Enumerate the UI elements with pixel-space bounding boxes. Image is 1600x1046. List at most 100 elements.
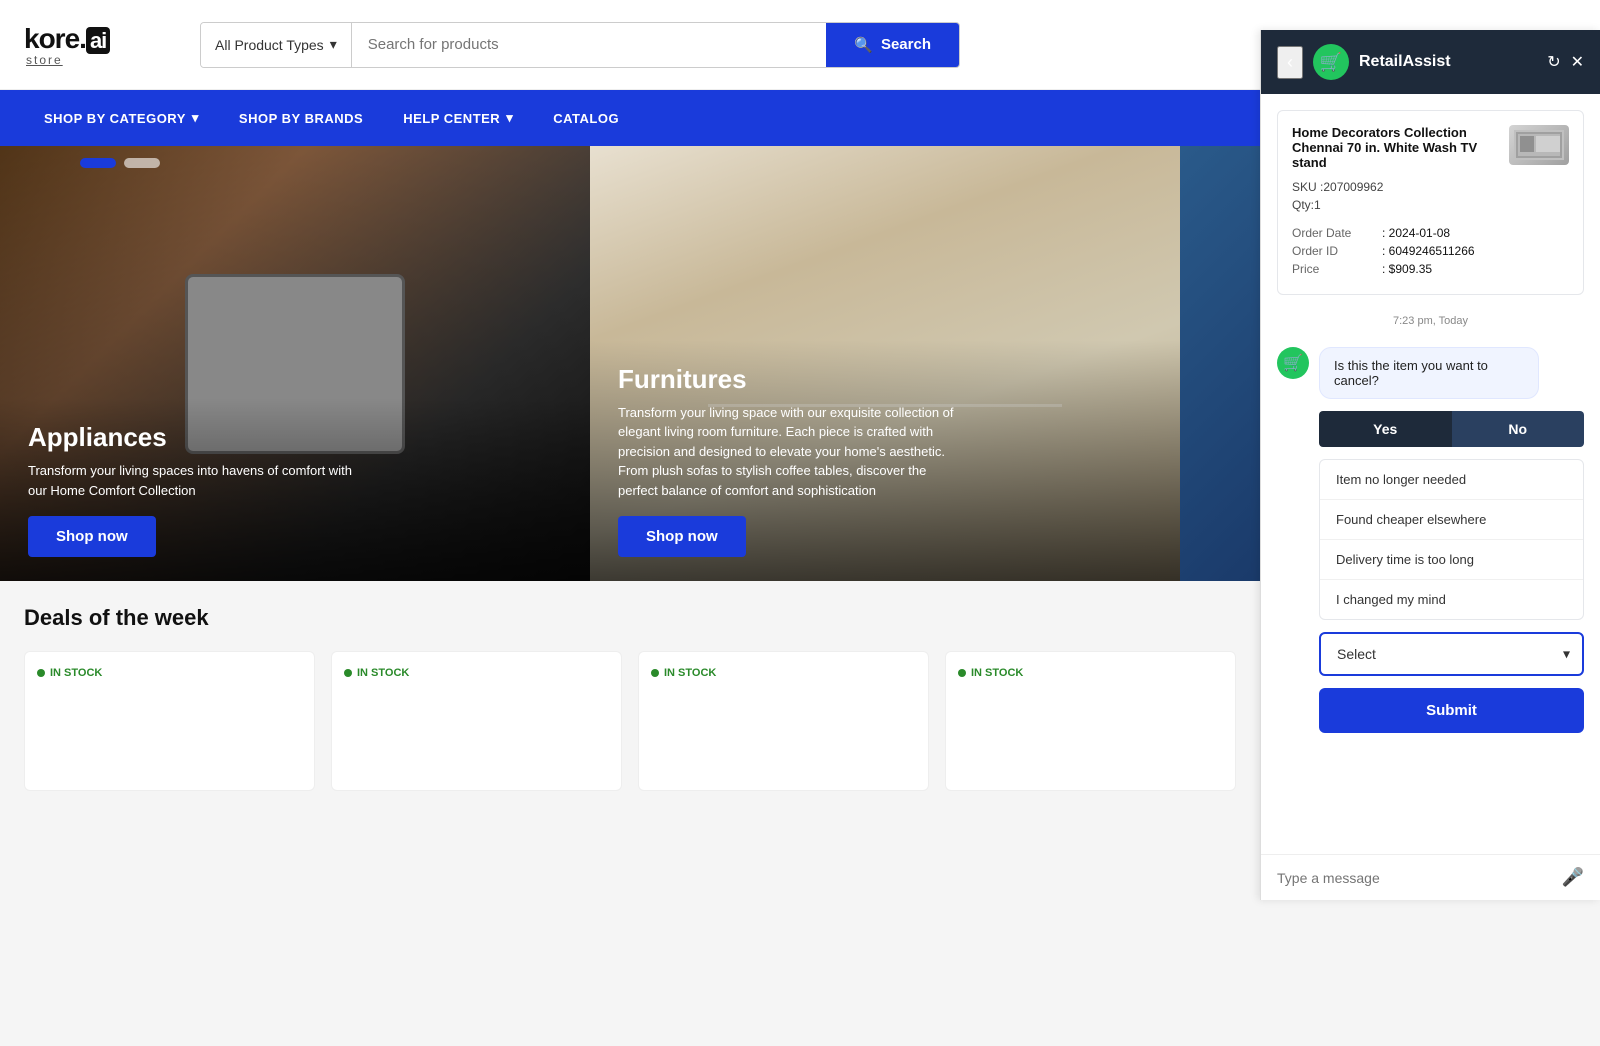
in-stock-badge-2: IN STOCK <box>344 667 409 679</box>
product-info-card: Home Decorators Collection Chennai 70 in… <box>1277 110 1584 295</box>
deals-title: Deals of the week <box>24 605 1236 631</box>
appliances-desc: Transform your living spaces into havens… <box>28 461 368 500</box>
cancel-reason-item-1[interactable]: Found cheaper elsewhere <box>1320 500 1583 540</box>
order-details: Order Date : 2024-01-08 Order ID : 60492… <box>1292 226 1569 276</box>
main-content: Appliances Transform your living spaces … <box>0 146 1260 1046</box>
nav-catalog[interactable]: CATALOG <box>533 90 639 146</box>
nav-help-center-chevron: ▾ <box>506 110 513 126</box>
qty-value: 1 <box>1314 198 1321 212</box>
in-stock-label-1: IN STOCK <box>50 667 102 679</box>
bot-avatar: 🛒 <box>1277 347 1309 379</box>
nav-help-center-label: HELP CENTER <box>403 111 500 126</box>
cancel-reason-item-3[interactable]: I changed my mind <box>1320 580 1583 619</box>
chat-close-button[interactable]: ✕ <box>1571 52 1584 72</box>
deal-card-3: IN STOCK <box>638 651 929 791</box>
nav-help-center[interactable]: HELP CENTER ▾ <box>383 90 533 146</box>
product-qty: Qty:1 <box>1292 198 1569 212</box>
furnitures-desc: Transform your living space with our exq… <box>618 403 958 501</box>
chat-refresh-button[interactable]: ↻ <box>1547 52 1560 72</box>
cancel-reason-select-wrapper: Select Item no longer needed Found cheap… <box>1319 632 1584 676</box>
chat-title: RetailAssist <box>1359 53 1537 71</box>
submit-button[interactable]: Submit <box>1319 688 1584 733</box>
order-date-label: Order Date <box>1292 226 1382 240</box>
order-date-row: Order Date : 2024-01-08 <box>1292 226 1569 240</box>
search-button[interactable]: 🔍 Search <box>826 23 959 67</box>
product-card-inner: Home Decorators Collection Chennai 70 in… <box>1292 125 1569 180</box>
cancel-reason-item-0[interactable]: Item no longer needed <box>1320 460 1583 500</box>
product-image-svg <box>1514 130 1564 160</box>
mic-button[interactable]: 🎤 <box>1562 867 1584 888</box>
nav-shop-by-brands[interactable]: SHOP BY BRANDS <box>219 90 383 146</box>
nav-shop-by-category-chevron: ▾ <box>192 110 199 126</box>
deal-card-1: IN STOCK <box>24 651 315 791</box>
in-stock-dot-4 <box>958 669 966 677</box>
chat-avatar: 🛒 <box>1313 44 1349 80</box>
carousel-dot-active[interactable] <box>80 158 116 168</box>
deals-grid: IN STOCK IN STOCK IN STOCK <box>24 651 1236 791</box>
chat-header: ‹ 🛒 RetailAssist ↻ ✕ <box>1261 30 1600 94</box>
logo-text: kore.ai <box>24 23 110 55</box>
bot-message: 🛒 Is this the item you want to cancel? <box>1277 347 1584 399</box>
chat-panel: ‹ 🛒 RetailAssist ↻ ✕ <box>1260 30 1600 900</box>
yes-button[interactable]: Yes <box>1319 411 1452 447</box>
chat-input-area: 🎤 <box>1261 854 1600 900</box>
search-input[interactable] <box>352 23 827 67</box>
in-stock-badge-4: IN STOCK <box>958 667 1023 679</box>
in-stock-label-4: IN STOCK <box>971 667 1023 679</box>
in-stock-badge-1: IN STOCK <box>37 667 102 679</box>
qty-label: Qty: <box>1292 198 1314 212</box>
product-sku: SKU :207009962 <box>1292 180 1569 194</box>
furnitures-title: Furnitures <box>618 364 1152 395</box>
chat-body: Home Decorators Collection Chennai 70 in… <box>1261 94 1600 854</box>
chat-header-actions: ↻ ✕ <box>1547 52 1584 72</box>
carousel: Appliances Transform your living spaces … <box>0 146 1260 581</box>
nav-catalog-label: CATALOG <box>553 111 619 126</box>
cancel-reasons-list: Item no longer needed Found cheaper else… <box>1319 459 1584 620</box>
furnitures-overlay: Furnitures Transform your living space w… <box>590 340 1180 582</box>
bot-question-bubble: Is this the item you want to cancel? <box>1319 347 1539 399</box>
product-type-dropdown[interactable]: All Product Types ▾ <box>201 23 352 67</box>
appliances-shop-now-button[interactable]: Shop now <box>28 516 156 557</box>
logo-ai: ai <box>86 27 110 54</box>
furnitures-card: Furnitures Transform your living space w… <box>590 146 1180 581</box>
chat-message-input[interactable] <box>1277 870 1552 886</box>
deal-card-4: IN STOCK <box>945 651 1236 791</box>
product-type-label: All Product Types <box>215 37 324 53</box>
sku-label: SKU : <box>1292 180 1323 194</box>
chat-timestamp: 7:23 pm, Today <box>1277 315 1584 327</box>
appliances-title: Appliances <box>28 422 562 453</box>
order-id-value: : 6049246511266 <box>1382 244 1475 258</box>
order-id-row: Order ID : 6049246511266 <box>1292 244 1569 258</box>
price-value: : $909.35 <box>1382 262 1432 276</box>
nav-shop-by-category[interactable]: SHOP BY CATEGORY ▾ <box>24 90 219 146</box>
carousel-indicators <box>80 158 160 168</box>
deals-section: Deals of the week IN STOCK IN STOCK <box>0 581 1260 815</box>
appliances-overlay: Appliances Transform your living spaces … <box>0 398 590 581</box>
nav-shop-by-category-label: SHOP BY CATEGORY <box>44 111 186 126</box>
order-id-label: Order ID <box>1292 244 1382 258</box>
partial-card <box>1180 146 1260 581</box>
logo-subtitle: store <box>26 53 63 67</box>
in-stock-label-3: IN STOCK <box>664 667 716 679</box>
chat-back-button[interactable]: ‹ <box>1277 46 1303 79</box>
dropdown-chevron-icon: ▾ <box>330 36 337 53</box>
sku-value: 207009962 <box>1323 180 1383 194</box>
order-price-row: Price : $909.35 <box>1292 262 1569 276</box>
furnitures-shop-now-button[interactable]: Shop now <box>618 516 746 557</box>
carousel-dot-inactive[interactable] <box>124 158 160 168</box>
search-bar: All Product Types ▾ 🔍 Search <box>200 22 960 68</box>
nav-shop-by-brands-label: SHOP BY BRANDS <box>239 111 363 126</box>
appliances-card: Appliances Transform your living spaces … <box>0 146 590 581</box>
no-button[interactable]: No <box>1452 411 1585 447</box>
page-layout: Appliances Transform your living spaces … <box>0 146 1600 1046</box>
logo: kore.ai store <box>24 23 184 67</box>
search-label: Search <box>881 36 931 53</box>
in-stock-badge-3: IN STOCK <box>651 667 716 679</box>
search-icon: 🔍 <box>854 36 873 54</box>
cancel-reason-select[interactable]: Select Item no longer needed Found cheap… <box>1319 632 1584 676</box>
in-stock-dot-1 <box>37 669 45 677</box>
order-date-value: : 2024-01-08 <box>1382 226 1450 240</box>
in-stock-dot-3 <box>651 669 659 677</box>
cancel-reason-item-2[interactable]: Delivery time is too long <box>1320 540 1583 580</box>
in-stock-dot-2 <box>344 669 352 677</box>
